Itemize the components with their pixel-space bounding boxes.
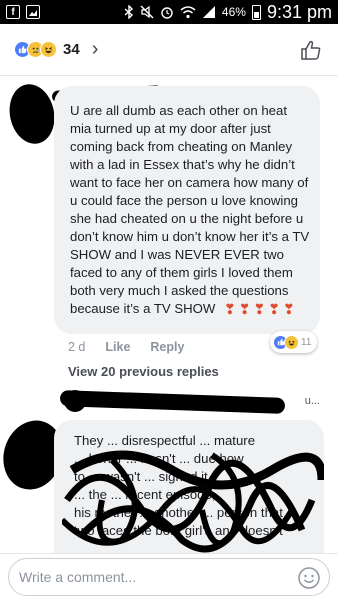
status-bar: f 46% 9:31 pm: [0, 0, 338, 24]
reply-button[interactable]: Reply: [150, 340, 184, 354]
battery-percent: 46%: [221, 5, 246, 19]
status-right-icons: 46% 9:31 pm: [124, 2, 338, 23]
comment-text: U are all dumb as each other on heat mia…: [70, 103, 310, 316]
comment-composer: Write a comment...: [0, 553, 338, 600]
bluetooth-icon: [124, 5, 133, 19]
mute-icon: [140, 5, 154, 19]
chevron-right-icon[interactable]: ›: [92, 38, 99, 61]
comment-reactions-badge[interactable]: 11: [270, 331, 318, 353]
reaction-icons: [14, 41, 57, 58]
thumbs-up-icon[interactable]: [300, 39, 322, 61]
clock: 9:31 pm: [266, 1, 332, 22]
comment-bubble[interactable]: They ... disrespectful ... mature ... ho…: [54, 420, 324, 570]
redaction-scribble: [62, 450, 324, 553]
battery-icon: [251, 4, 261, 20]
comment-bubble[interactable]: U are all dumb as each other on heat mia…: [54, 86, 320, 334]
like-button[interactable]: Like: [105, 340, 130, 354]
haha-icon: [284, 334, 299, 350]
emoji-icon[interactable]: [297, 566, 321, 590]
comment-placeholder: Write a comment...: [19, 569, 137, 585]
wifi-icon: [180, 6, 196, 19]
reply-name-suffix: u...: [304, 395, 320, 407]
comment-input[interactable]: Write a comment...: [8, 558, 330, 596]
gallery-notification-icon: [26, 5, 40, 19]
heart-icon: ❣: [238, 301, 251, 317]
signal-icon: [202, 6, 215, 18]
reply-preview[interactable]: u...: [84, 390, 320, 412]
facebook-notification-icon: f: [6, 5, 20, 19]
reaction-total: 34: [63, 41, 80, 58]
heart-icon: ❣: [253, 301, 266, 317]
status-left-icons: f: [0, 5, 40, 19]
view-previous-replies[interactable]: View 20 previous replies: [68, 364, 219, 379]
heart-icon: ❣: [282, 301, 295, 317]
heart-icon: ❣: [268, 301, 280, 317]
heart-icon: ❣: [224, 301, 236, 317]
comment-meta: 2 d Like Reply: [68, 340, 204, 354]
heart-emojis: ❣ ❣ ❣ ❣ ❣: [224, 300, 295, 318]
comment-reaction-count: 11: [301, 336, 312, 348]
haha-icon: [40, 41, 57, 58]
alarm-icon: [161, 7, 173, 19]
avatar[interactable]: [4, 80, 60, 148]
comment-time: 2 d: [68, 340, 86, 354]
reactions-header[interactable]: 34 ›: [0, 24, 338, 76]
